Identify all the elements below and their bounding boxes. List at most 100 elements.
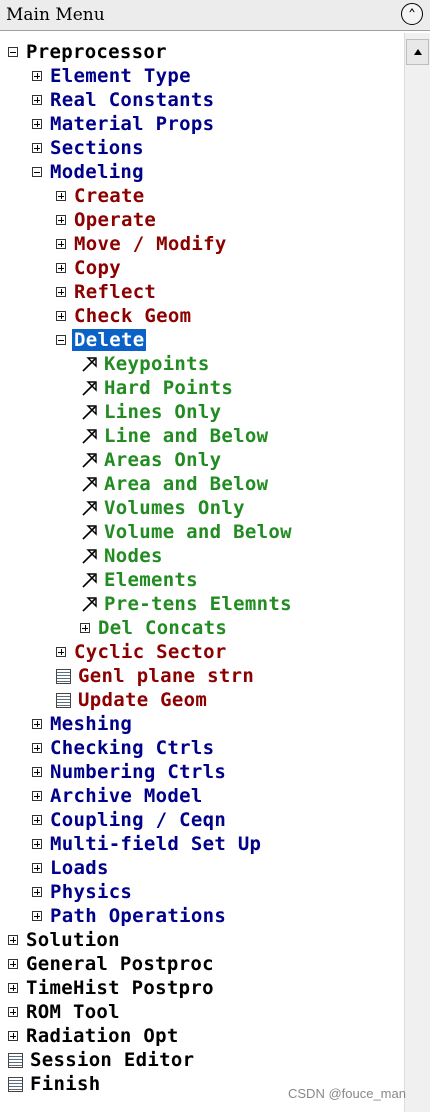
menu-item-volumes-only[interactable]: Volumes Only xyxy=(80,496,247,520)
menu-item-label[interactable]: Genl plane strn xyxy=(76,665,256,687)
menu-item-delete[interactable]: Delete xyxy=(56,328,147,352)
menu-item-real-constants[interactable]: Real Constants xyxy=(32,88,216,112)
menu-item-label[interactable]: Physics xyxy=(48,881,134,903)
menu-item-line-and-below[interactable]: Line and Below xyxy=(80,424,270,448)
menu-item-path-operations[interactable]: Path Operations xyxy=(32,904,228,928)
menu-item-label[interactable]: TimeHist Postpro xyxy=(24,977,216,999)
menu-item-label[interactable]: Coupling / Ceqn xyxy=(48,809,228,831)
expand-plus-icon[interactable] xyxy=(32,95,42,105)
expand-plus-icon[interactable] xyxy=(56,311,66,321)
expand-plus-icon[interactable] xyxy=(8,1031,18,1041)
menu-item-label[interactable]: Pre-tens Elemnts xyxy=(102,593,294,615)
menu-item-sections[interactable]: Sections xyxy=(32,136,146,160)
expand-plus-icon[interactable] xyxy=(56,647,66,657)
menu-item-label[interactable]: Move / Modify xyxy=(72,233,229,255)
collapse-up-icon[interactable]: ⌃ xyxy=(401,3,423,25)
expand-plus-icon[interactable] xyxy=(56,239,66,249)
menu-item-solution[interactable]: Solution xyxy=(8,928,122,952)
menu-item-label[interactable]: Checking Ctrls xyxy=(48,737,216,759)
menu-item-label[interactable]: Keypoints xyxy=(102,353,212,375)
menu-item-radiation-opt[interactable]: Radiation Opt xyxy=(8,1024,181,1048)
menu-item-label[interactable]: Path Operations xyxy=(48,905,228,927)
menu-item-label[interactable]: Cyclic Sector xyxy=(72,641,229,663)
menu-item-numbering-ctrls[interactable]: Numbering Ctrls xyxy=(32,760,228,784)
expand-plus-icon[interactable] xyxy=(32,143,42,153)
menu-item-coupling-ceqn[interactable]: Coupling / Ceqn xyxy=(32,808,228,832)
menu-item-label[interactable]: Volumes Only xyxy=(102,497,247,519)
expand-plus-icon[interactable] xyxy=(8,983,18,993)
menu-item-modeling[interactable]: Modeling xyxy=(32,160,146,184)
menu-item-label[interactable]: Nodes xyxy=(102,545,165,567)
menu-item-check-geom[interactable]: Check Geom xyxy=(56,304,193,328)
menu-item-update-geom[interactable]: Update Geom xyxy=(56,688,209,712)
expand-plus-icon[interactable] xyxy=(32,767,42,777)
vertical-scrollbar[interactable] xyxy=(404,33,430,1112)
menu-item-label[interactable]: Elements xyxy=(102,569,200,591)
expand-plus-icon[interactable] xyxy=(32,863,42,873)
menu-item-label[interactable]: Finish xyxy=(28,1073,102,1095)
expand-plus-icon[interactable] xyxy=(80,623,90,633)
expand-plus-icon[interactable] xyxy=(32,839,42,849)
menu-item-label[interactable]: Volume and Below xyxy=(102,521,294,543)
menu-item-element-type[interactable]: Element Type xyxy=(32,64,193,88)
expand-plus-icon[interactable] xyxy=(56,287,66,297)
expand-plus-icon[interactable] xyxy=(32,119,42,129)
collapse-minus-icon[interactable] xyxy=(32,167,42,177)
menu-item-volume-and-below[interactable]: Volume and Below xyxy=(80,520,294,544)
menu-item-genl-plane-strn[interactable]: Genl plane strn xyxy=(56,664,256,688)
expand-plus-icon[interactable] xyxy=(32,71,42,81)
menu-item-loads[interactable]: Loads xyxy=(32,856,111,880)
menu-item-hard-points[interactable]: Hard Points xyxy=(80,376,235,400)
menu-item-pre-tens-elemnts[interactable]: Pre-tens Elemnts xyxy=(80,592,294,616)
menu-item-archive-model[interactable]: Archive Model xyxy=(32,784,205,808)
expand-plus-icon[interactable] xyxy=(32,887,42,897)
menu-item-create[interactable]: Create xyxy=(56,184,146,208)
menu-item-label[interactable]: Delete xyxy=(72,329,147,351)
menu-item-label[interactable]: Solution xyxy=(24,929,122,951)
menu-item-meshing[interactable]: Meshing xyxy=(32,712,134,736)
menu-item-rom-tool[interactable]: ROM Tool xyxy=(8,1000,122,1024)
menu-item-label[interactable]: Element Type xyxy=(48,65,193,87)
menu-item-areas-only[interactable]: Areas Only xyxy=(80,448,223,472)
expand-plus-icon[interactable] xyxy=(8,959,18,969)
expand-plus-icon[interactable] xyxy=(8,935,18,945)
menu-item-cyclic-sector[interactable]: Cyclic Sector xyxy=(56,640,229,664)
menu-item-move-modify[interactable]: Move / Modify xyxy=(56,232,229,256)
expand-plus-icon[interactable] xyxy=(56,263,66,273)
menu-item-label[interactable]: Areas Only xyxy=(102,449,223,471)
menu-item-preprocessor[interactable]: Preprocessor xyxy=(8,40,169,64)
expand-plus-icon[interactable] xyxy=(56,191,66,201)
menu-item-label[interactable]: Reflect xyxy=(72,281,158,303)
menu-item-label[interactable]: Loads xyxy=(48,857,111,879)
menu-item-keypoints[interactable]: Keypoints xyxy=(80,352,212,376)
menu-item-timehist-postpro[interactable]: TimeHist Postpro xyxy=(8,976,216,1000)
expand-plus-icon[interactable] xyxy=(32,815,42,825)
menu-item-label[interactable]: Preprocessor xyxy=(24,41,169,63)
menu-item-checking-ctrls[interactable]: Checking Ctrls xyxy=(32,736,216,760)
menu-item-label[interactable]: Session Editor xyxy=(28,1049,196,1071)
menu-item-session-editor[interactable]: Session Editor xyxy=(8,1048,196,1072)
menu-item-label[interactable]: Hard Points xyxy=(102,377,235,399)
menu-item-label[interactable]: Del Concats xyxy=(96,617,229,639)
collapse-minus-icon[interactable] xyxy=(56,335,66,345)
menu-item-multi-field-set-up[interactable]: Multi-field Set Up xyxy=(32,832,263,856)
menu-item-area-and-below[interactable]: Area and Below xyxy=(80,472,270,496)
menu-item-reflect[interactable]: Reflect xyxy=(56,280,158,304)
expand-plus-icon[interactable] xyxy=(8,1007,18,1017)
collapse-minus-icon[interactable] xyxy=(8,47,18,57)
expand-plus-icon[interactable] xyxy=(56,215,66,225)
scroll-up-arrow-icon[interactable] xyxy=(406,39,429,65)
menu-item-lines-only[interactable]: Lines Only xyxy=(80,400,223,424)
menu-item-label[interactable]: Real Constants xyxy=(48,89,216,111)
menu-item-label[interactable]: Sections xyxy=(48,137,146,159)
menu-item-label[interactable]: Meshing xyxy=(48,713,134,735)
menu-item-physics[interactable]: Physics xyxy=(32,880,134,904)
menu-item-material-props[interactable]: Material Props xyxy=(32,112,216,136)
menu-item-nodes[interactable]: Nodes xyxy=(80,544,165,568)
menu-item-general-postproc[interactable]: General Postproc xyxy=(8,952,216,976)
menu-item-label[interactable]: Lines Only xyxy=(102,401,223,423)
expand-plus-icon[interactable] xyxy=(32,719,42,729)
menu-item-label[interactable]: Radiation Opt xyxy=(24,1025,181,1047)
menu-item-label[interactable]: Check Geom xyxy=(72,305,193,327)
menu-item-del-concats[interactable]: Del Concats xyxy=(80,616,229,640)
